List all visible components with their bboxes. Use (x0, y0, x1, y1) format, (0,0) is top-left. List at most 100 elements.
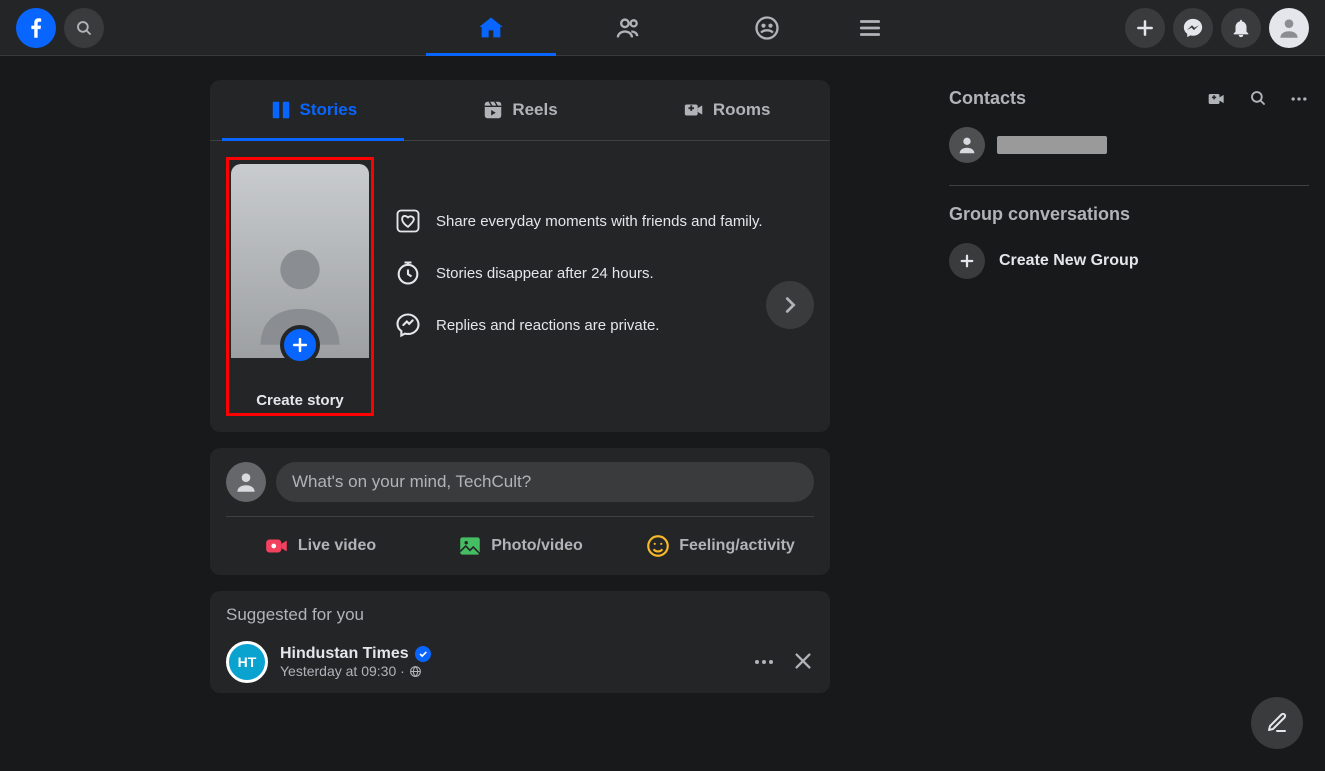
search-button[interactable] (64, 8, 104, 48)
tab-rooms[interactable]: Rooms (623, 80, 830, 140)
rooms-icon (683, 99, 705, 121)
composer-actions: Live video Photo/video Feeling/activity (210, 517, 830, 575)
page-name-row[interactable]: Hindustan Times (280, 645, 431, 663)
groups-icon (753, 14, 781, 42)
account-button[interactable] (1269, 8, 1309, 48)
create-group-button[interactable]: Create New Group (949, 235, 1309, 287)
live-video-label: Live video (298, 537, 376, 555)
new-room-button[interactable] (1207, 89, 1227, 109)
header-left (16, 8, 104, 48)
contact-avatar (949, 127, 985, 163)
info-text-2: Stories disappear after 24 hours. (436, 265, 654, 282)
create-story-card[interactable]: Create story (226, 157, 374, 416)
avatar-icon (1276, 15, 1302, 41)
info-row-3: Replies and reactions are private. (394, 311, 814, 339)
suggested-title: Suggested for you (210, 591, 830, 631)
composer-avatar[interactable] (226, 462, 266, 502)
page-meta: Hindustan Times Yesterday at 09:30 · (280, 645, 431, 679)
tab-rooms-label: Rooms (713, 100, 771, 120)
search-icon (1249, 89, 1267, 107)
header-right (1125, 8, 1309, 48)
tab-stories[interactable]: Stories (210, 80, 417, 140)
reels-icon (482, 99, 504, 121)
contacts-title: Contacts (949, 88, 1026, 109)
suggested-post-header: HT Hindustan Times Yesterday at 09:30 · (210, 631, 830, 693)
facebook-logo[interactable] (16, 8, 56, 48)
messenger-button[interactable] (1173, 8, 1213, 48)
edit-icon (1265, 711, 1289, 735)
create-story-plus (280, 325, 320, 365)
live-video-icon (264, 533, 290, 559)
ellipsis-icon (752, 650, 776, 674)
create-group-plus (949, 243, 985, 279)
verified-badge-icon (415, 646, 431, 662)
right-rail: Contacts Group conversations (949, 80, 1309, 287)
nav-friends[interactable] (564, 0, 694, 56)
nav-groups[interactable] (702, 0, 832, 56)
create-button[interactable] (1125, 8, 1165, 48)
ellipsis-icon (1289, 89, 1309, 109)
post-close-button[interactable] (792, 650, 814, 674)
feeling-label: Feeling/activity (679, 537, 795, 555)
contact-row[interactable] (949, 117, 1309, 173)
tab-stories-label: Stories (300, 100, 358, 120)
feed-column: Stories Reels Rooms (130, 56, 910, 771)
story-info-list: Share everyday moments with friends and … (394, 157, 814, 339)
contacts-header: Contacts (949, 80, 1309, 117)
create-story-label: Create story (256, 392, 344, 409)
tab-reels[interactable]: Reels (417, 80, 624, 140)
plus-icon (1135, 18, 1155, 38)
top-header (0, 0, 1325, 56)
page-avatar-text: HT (238, 654, 257, 670)
composer-input[interactable]: What's on your mind, TechCult? (276, 462, 814, 502)
photo-video-button[interactable]: Photo/video (420, 523, 620, 569)
main-area: Stories Reels Rooms (0, 56, 1325, 771)
stories-next-button[interactable] (766, 281, 814, 329)
page-name: Hindustan Times (280, 645, 409, 663)
photo-icon (457, 533, 483, 559)
composer-card: What's on your mind, TechCult? Live vide… (210, 448, 830, 575)
nav-home[interactable] (426, 0, 556, 56)
messenger-outline-icon (394, 311, 422, 339)
notifications-button[interactable] (1221, 8, 1261, 48)
feeling-button[interactable]: Feeling/activity (620, 523, 820, 569)
header-nav (426, 0, 900, 56)
group-conversations-title: Group conversations (949, 198, 1309, 235)
plus-icon (290, 335, 310, 355)
stories-icon (270, 99, 292, 121)
create-group-label: Create New Group (999, 252, 1139, 270)
heart-card-icon (394, 207, 422, 235)
page-subtitle: Yesterday at 09:30 · (280, 663, 405, 679)
messenger-icon (1182, 17, 1204, 39)
bell-icon (1230, 17, 1252, 39)
home-icon (477, 14, 505, 42)
contacts-search-button[interactable] (1249, 89, 1267, 109)
globe-icon (409, 665, 422, 678)
friends-icon (615, 14, 643, 42)
search-icon (75, 19, 93, 37)
tab-reels-label: Reels (512, 100, 557, 120)
suggested-card: Suggested for you HT Hindustan Times Yes… (210, 591, 830, 693)
video-plus-icon (1207, 89, 1227, 109)
stories-card: Stories Reels Rooms (210, 80, 830, 432)
photo-video-label: Photo/video (491, 537, 583, 555)
feeling-icon (645, 533, 671, 559)
menu-icon (857, 15, 883, 41)
live-video-button[interactable]: Live video (220, 523, 420, 569)
chevron-right-icon (779, 294, 801, 316)
clock-icon (394, 259, 422, 287)
nav-menu[interactable] (840, 0, 900, 56)
close-icon (792, 650, 814, 672)
info-row-2: Stories disappear after 24 hours. (394, 259, 814, 287)
post-more-button[interactable] (752, 650, 776, 674)
info-text-3: Replies and reactions are private. (436, 317, 659, 334)
post-actions (752, 650, 814, 674)
avatar-icon (956, 134, 978, 156)
contact-name-redacted (997, 136, 1107, 154)
contacts-options-button[interactable] (1289, 89, 1309, 109)
page-avatar[interactable]: HT (226, 641, 268, 683)
stories-tabs: Stories Reels Rooms (210, 80, 830, 141)
new-message-fab[interactable] (1251, 697, 1303, 749)
divider (949, 185, 1309, 186)
info-text-1: Share everyday moments with friends and … (436, 213, 763, 230)
